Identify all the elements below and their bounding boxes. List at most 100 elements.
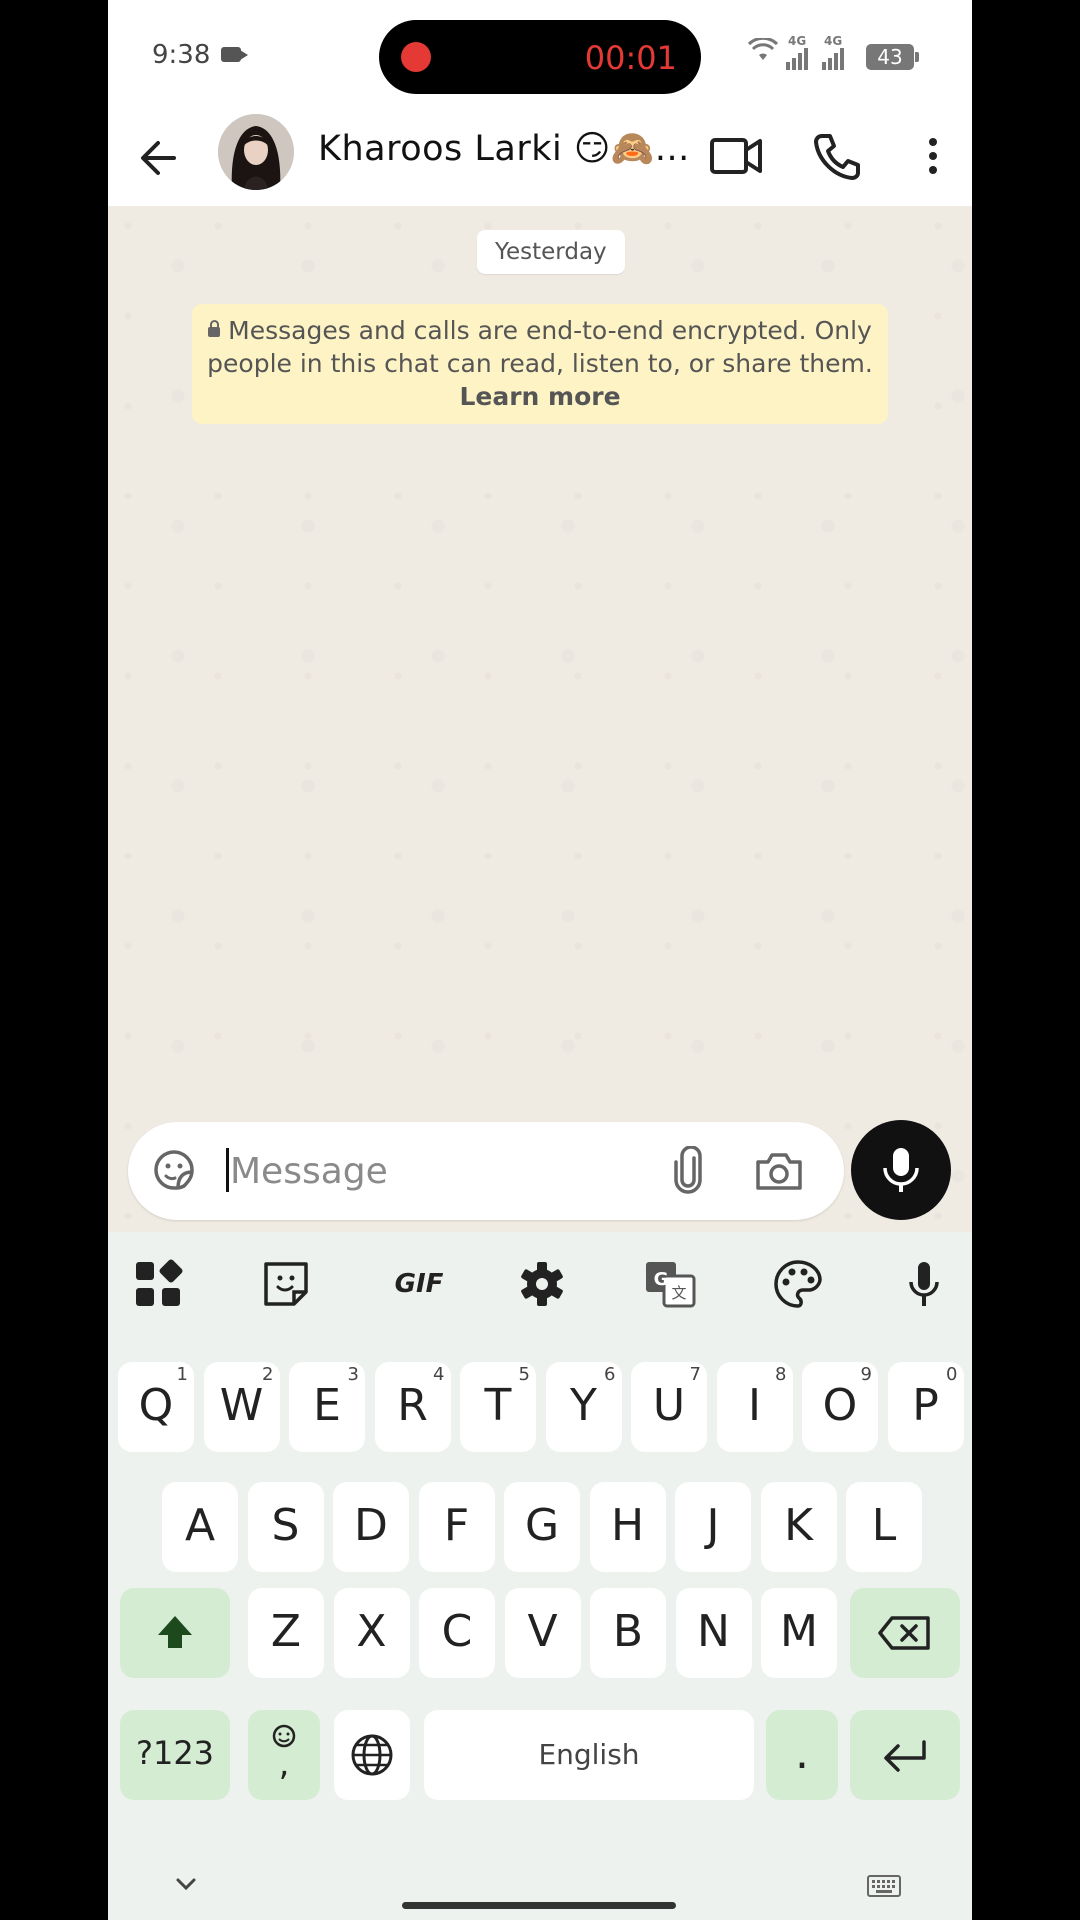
- enter-key[interactable]: [850, 1710, 960, 1800]
- enter-arrow-icon: [884, 1740, 926, 1772]
- key-p[interactable]: P0: [887, 1362, 964, 1452]
- gif-button[interactable]: GIF: [383, 1254, 455, 1314]
- key-y[interactable]: Y6: [545, 1362, 622, 1452]
- key-label: O: [822, 1380, 858, 1431]
- key-b[interactable]: B: [590, 1588, 666, 1678]
- chat-header: Kharoos Larki 😏🙈...: [108, 110, 972, 206]
- key-number-hint: 3: [347, 1364, 359, 1385]
- camera-button[interactable]: [754, 1148, 804, 1194]
- key-a[interactable]: A: [162, 1482, 238, 1572]
- key-number-hint: 1: [176, 1364, 188, 1385]
- keyboard-apps-button[interactable]: [128, 1254, 188, 1314]
- shift-key[interactable]: [120, 1588, 230, 1678]
- symbols-label: ?123: [135, 1734, 215, 1772]
- key-z[interactable]: Z: [248, 1588, 324, 1678]
- key-v[interactable]: V: [504, 1588, 581, 1678]
- language-key[interactable]: [334, 1710, 410, 1800]
- space-label: English: [538, 1738, 640, 1771]
- more-options-button[interactable]: [908, 128, 958, 184]
- key-q[interactable]: Q1: [118, 1362, 194, 1452]
- space-key[interactable]: English: [424, 1710, 754, 1800]
- keyboard-settings-button[interactable]: [512, 1254, 572, 1314]
- key-w[interactable]: W2: [203, 1362, 280, 1452]
- voice-typing-button[interactable]: [894, 1254, 954, 1314]
- key-label: X: [356, 1606, 387, 1657]
- key-x[interactable]: X: [333, 1588, 410, 1678]
- video-call-button[interactable]: [708, 128, 766, 184]
- back-arrow-icon: [141, 141, 176, 175]
- key-c[interactable]: C: [419, 1588, 495, 1678]
- theme-button[interactable]: [768, 1254, 828, 1314]
- message-input[interactable]: [228, 1142, 572, 1200]
- keyboard-sticker-button[interactable]: [256, 1254, 316, 1314]
- key-i[interactable]: I8: [716, 1362, 793, 1452]
- translate-icon: G 文: [646, 1262, 696, 1308]
- period-key[interactable]: .: [766, 1710, 838, 1800]
- key-label: P: [912, 1380, 939, 1431]
- key-number-hint: 7: [689, 1364, 701, 1385]
- symbols-key[interactable]: ?123: [120, 1710, 230, 1800]
- key-g[interactable]: G: [504, 1482, 580, 1572]
- mic-icon: [883, 1148, 919, 1192]
- attach-button[interactable]: [668, 1145, 708, 1196]
- screen-record-camera-icon: [221, 47, 248, 62]
- paperclip-icon: [674, 1145, 702, 1194]
- contact-avatar[interactable]: [218, 114, 294, 190]
- avatar-image: [218, 114, 294, 190]
- key-label: D: [354, 1500, 388, 1551]
- key-label: T: [484, 1380, 512, 1431]
- key-h[interactable]: H: [589, 1482, 666, 1572]
- key-n[interactable]: N: [675, 1588, 752, 1678]
- key-d[interactable]: D: [333, 1482, 409, 1572]
- home-indicator[interactable]: [402, 1902, 676, 1909]
- screen-recording-indicator[interactable]: 00:01: [379, 20, 701, 94]
- sticker-icon: [264, 1262, 308, 1306]
- voice-message-button[interactable]: [851, 1120, 951, 1220]
- encryption-notice[interactable]: Messages and calls are end-to-end encryp…: [192, 304, 888, 424]
- key-label: E: [313, 1380, 341, 1431]
- emoji-sticker-button[interactable]: [150, 1146, 198, 1194]
- key-j[interactable]: J: [675, 1482, 751, 1572]
- key-l[interactable]: L: [846, 1482, 922, 1572]
- lock-icon: [208, 320, 221, 337]
- key-e[interactable]: E3: [289, 1362, 365, 1452]
- key-label: I: [748, 1380, 761, 1431]
- globe-icon: [351, 1734, 393, 1776]
- key-s[interactable]: S: [247, 1482, 324, 1572]
- shift-arrow-icon: [158, 1616, 192, 1648]
- encryption-text: Messages and calls are end-to-end encryp…: [207, 316, 873, 378]
- key-k[interactable]: K: [760, 1482, 837, 1572]
- wifi-icon: [748, 38, 778, 60]
- svg-text:G: G: [654, 1269, 669, 1290]
- key-label: Y: [570, 1380, 597, 1431]
- key-label: Q: [138, 1380, 174, 1431]
- network-type-1: 4G: [788, 34, 807, 48]
- voice-call-button[interactable]: [808, 128, 866, 184]
- contact-name[interactable]: Kharoos Larki 😏🙈...: [318, 128, 690, 169]
- learn-more-link[interactable]: Learn more: [459, 382, 620, 411]
- key-label: R: [397, 1380, 428, 1431]
- period-label: .: [795, 1728, 809, 1779]
- hide-keyboard-button[interactable]: [166, 1870, 206, 1900]
- backspace-key[interactable]: [850, 1588, 960, 1678]
- chat-messages-area[interactable]: Yesterday Messages and calls are end-to-…: [108, 206, 972, 1232]
- backspace-icon: [878, 1616, 930, 1650]
- switch-keyboard-button[interactable]: [864, 1872, 904, 1900]
- status-bar: 9:38 00:01 4G 4G 43: [108, 0, 972, 110]
- key-m[interactable]: M: [761, 1588, 837, 1678]
- battery-indicator: 43: [866, 44, 919, 70]
- translate-button[interactable]: G 文: [640, 1254, 700, 1314]
- key-t[interactable]: T5: [460, 1362, 536, 1452]
- back-button[interactable]: [130, 130, 190, 186]
- key-label: J: [706, 1500, 720, 1551]
- key-u[interactable]: U7: [631, 1362, 707, 1452]
- video-call-icon: [710, 138, 762, 174]
- on-screen-keyboard: GIF G 文 ?123 , English . Q 1 W 2 E 3 R 4…: [108, 1232, 972, 1920]
- key-f[interactable]: F: [418, 1482, 495, 1572]
- key-o[interactable]: O9: [802, 1362, 878, 1452]
- key-r[interactable]: R4: [374, 1362, 451, 1452]
- key-number-hint: 4: [433, 1364, 445, 1385]
- emoji-comma-key[interactable]: ,: [248, 1710, 320, 1800]
- message-composer: [128, 1122, 844, 1220]
- key-label: F: [443, 1500, 470, 1551]
